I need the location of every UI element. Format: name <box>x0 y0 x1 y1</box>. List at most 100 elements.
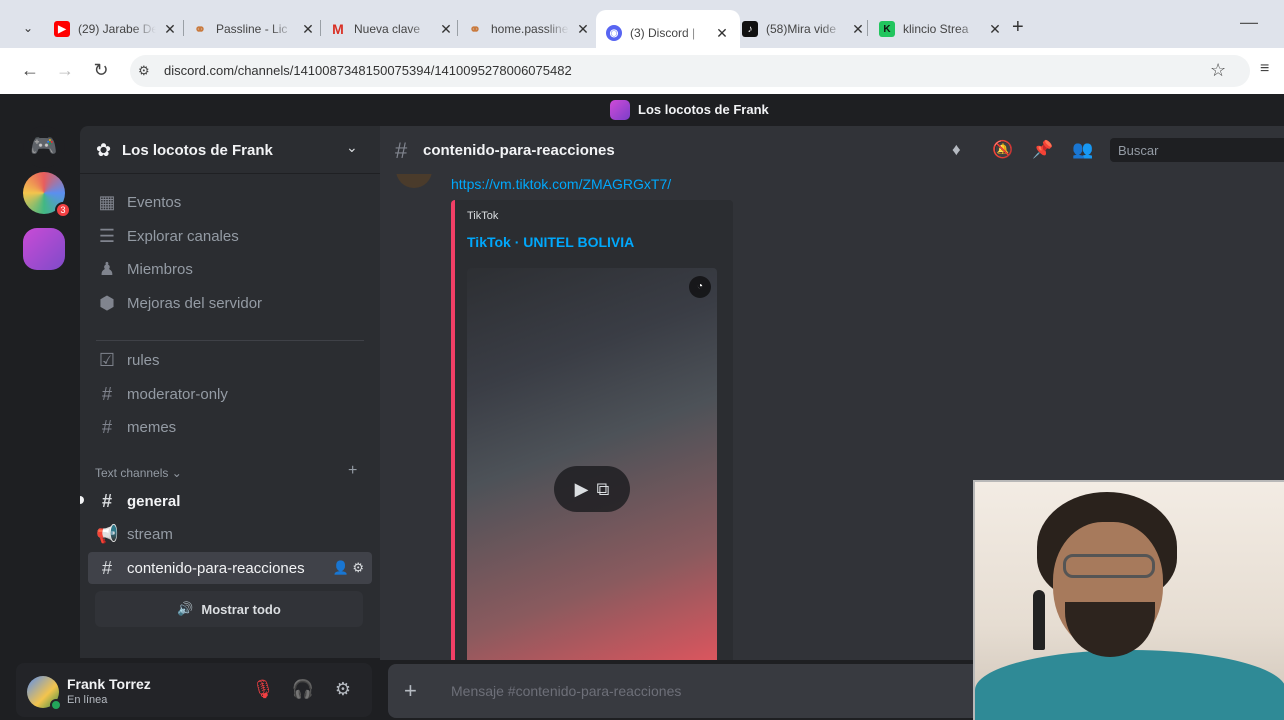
channel-rules[interactable]: ☑ rules <box>88 344 372 376</box>
kick-icon: K <box>879 21 895 37</box>
server-avatar[interactable] <box>23 228 65 270</box>
webcam-person-glasses <box>1063 554 1155 578</box>
search-input[interactable]: Buscar <box>1110 138 1284 162</box>
browser-tab[interactable]: Kklincio Strea ✕ <box>879 14 1003 44</box>
close-tab-icon[interactable]: ✕ <box>575 21 591 38</box>
browse-channels-icon: ☰ <box>98 225 116 246</box>
browser-tab[interactable]: ▶ (29) Jarabe De ✕ <box>54 14 178 44</box>
browser-tab[interactable]: M Nueva clave ✕ <box>330 14 454 44</box>
threads-icon[interactable]: ♦ <box>952 140 961 160</box>
composer-placeholder: Mensaje #contenido-para-reacciones <box>451 683 682 699</box>
mention-badge: 3 <box>55 202 71 218</box>
close-tab-icon[interactable]: ✕ <box>714 25 730 42</box>
tab-title: Nueva clave <box>354 22 421 36</box>
close-tab-icon[interactable]: ✕ <box>438 21 454 38</box>
server-icon <box>610 100 630 120</box>
user-name: Frank Torrez <box>67 676 151 692</box>
invite-icon[interactable]: 👤 <box>333 560 349 575</box>
channel-stream[interactable]: 📢 stream <box>88 518 372 550</box>
new-tab-icon[interactable]: + <box>1012 16 1024 39</box>
close-tab-icon[interactable]: ✕ <box>850 21 866 38</box>
nav-label: Explorar canales <box>127 227 239 245</box>
user-panel: Frank Torrez En línea 🎙 🎧 ⚙ <box>16 663 372 717</box>
link-icon: ⚭ <box>469 20 481 37</box>
close-tab-icon[interactable]: ✕ <box>300 21 316 38</box>
settings-gear-icon[interactable]: ⚙ <box>352 560 364 575</box>
attach-plus-icon[interactable]: + <box>404 678 417 704</box>
play-icon[interactable]: ▶ <box>575 479 589 500</box>
bookmark-star-icon[interactable]: ☆ <box>1210 60 1226 81</box>
reading-list-icon[interactable]: ≡ <box>1260 60 1269 78</box>
show-all-label: Mostrar todo <box>201 601 281 617</box>
link-icon: ⚭ <box>194 20 206 37</box>
play-controls[interactable]: ▶ ⧉ <box>554 466 630 512</box>
nav-server-boost[interactable]: ⬢ Mejoras del servidor <box>88 287 372 319</box>
chevron-down-icon[interactable]: ⌄ <box>346 139 358 156</box>
headphones-icon[interactable]: 🎧 <box>291 679 315 700</box>
close-tab-icon[interactable]: ✕ <box>987 21 1003 38</box>
server-list: 🎮 3 <box>8 126 80 720</box>
channel-name: moderator-only <box>127 385 228 403</box>
nav-members[interactable]: ♟ Miembros <box>88 253 372 285</box>
gmail-icon: M <box>332 21 344 37</box>
hash-icon: # <box>101 490 112 511</box>
message-composer[interactable]: + Mensaje #contenido-para-reacciones <box>388 664 988 718</box>
boost-icon: ⬢ <box>99 292 115 313</box>
nav-label: Miembros <box>127 260 193 278</box>
site-info-icon[interactable]: ⚙ <box>138 63 150 79</box>
channel-memes[interactable]: # memes <box>88 411 372 443</box>
nav-events[interactable]: ▦ Eventos <box>88 186 372 218</box>
message-avatar[interactable] <box>396 174 432 188</box>
channel-contenido-para-reacciones[interactable]: # contenido-para-reacciones 👤 ⚙ <box>88 552 372 584</box>
address-bar: ← → ↻ ⚙ discord.com/channels/14100873481… <box>0 48 1284 94</box>
forward-icon[interactable]: → <box>54 60 76 81</box>
category-header[interactable]: Text channels ⌄ <box>95 466 182 480</box>
tab-title: Passline - Lic <box>216 22 288 36</box>
tab-separator <box>320 20 321 36</box>
channel-moderator-only[interactable]: # moderator-only <box>88 378 372 410</box>
back-icon[interactable]: ← <box>19 60 41 81</box>
minimize-icon[interactable]: — <box>1240 12 1258 33</box>
tab-separator <box>457 20 458 36</box>
close-tab-icon[interactable]: ✕ <box>162 21 178 38</box>
tab-separator <box>183 20 184 36</box>
channel-general[interactable]: # general <box>88 485 372 517</box>
browser-tab[interactable]: ♪ (58)Mira vide ✕ <box>742 14 866 44</box>
channel-name: rules <box>127 351 160 369</box>
microphone-muted-icon[interactable]: 🎙 <box>251 679 275 700</box>
server-name: Los locotos de Frank <box>122 142 273 159</box>
tab-title: klincio Strea <box>903 22 969 36</box>
create-channel-icon[interactable]: + <box>348 462 357 480</box>
nav-browse-channels[interactable]: ☰ Explorar canales <box>88 220 372 252</box>
tab-search-chevron-icon[interactable]: ⌄ <box>18 18 38 38</box>
rules-icon: ☑ <box>98 349 116 370</box>
channel-name: contenido-para-reacciones <box>127 559 305 577</box>
tiktok-icon: ♪ <box>742 21 758 37</box>
url-field[interactable]: ⚙ discord.com/channels/14100873481500753… <box>130 55 1250 87</box>
open-external-icon[interactable]: ⧉ <box>596 479 609 500</box>
channel-name: general <box>127 492 181 510</box>
server-header[interactable]: ✿ Los locotos de Frank ⌄ <box>80 126 380 174</box>
webcam-overlay <box>973 480 1284 720</box>
discord-home-icon[interactable]: 🎮 <box>23 126 65 168</box>
reload-icon[interactable]: ↻ <box>90 60 112 81</box>
announcement-icon: 📢 <box>96 523 119 544</box>
message-link[interactable]: https://vm.tiktok.com/ZMAGRGxT7/ <box>451 176 671 192</box>
show-all-button[interactable]: 🔊 Mostrar todo <box>95 591 363 627</box>
notifications-muted-icon[interactable]: 🔕 <box>992 140 1013 160</box>
browser-tab[interactable]: ⚭ Passline - Lic ✕ <box>192 14 316 44</box>
channel-name: stream <box>127 525 173 543</box>
member-list-icon[interactable]: 👥 <box>1072 140 1093 160</box>
embed-title[interactable]: TikTok · UNITEL BOLIVIA <box>467 234 634 250</box>
browser-tab[interactable]: ⚭ home.passline ✕ <box>467 14 591 44</box>
webcam-chess-piece <box>1033 590 1045 650</box>
online-status-icon <box>50 699 62 711</box>
pin-icon[interactable]: 📌 <box>1032 140 1053 160</box>
webcam-person-shirt <box>975 650 1284 720</box>
tab-title: (29) Jarabe De <box>78 22 156 36</box>
user-settings-gear-icon[interactable]: ⚙ <box>331 679 355 700</box>
members-icon: ♟ <box>98 258 116 279</box>
category-label: Text channels <box>95 466 169 480</box>
embed-video[interactable]: ◔ ▶ ⧉ <box>467 268 717 660</box>
channel-sidebar: ✿ Los locotos de Frank ⌄ ▦ Eventos ☰ Explo… <box>80 126 380 658</box>
